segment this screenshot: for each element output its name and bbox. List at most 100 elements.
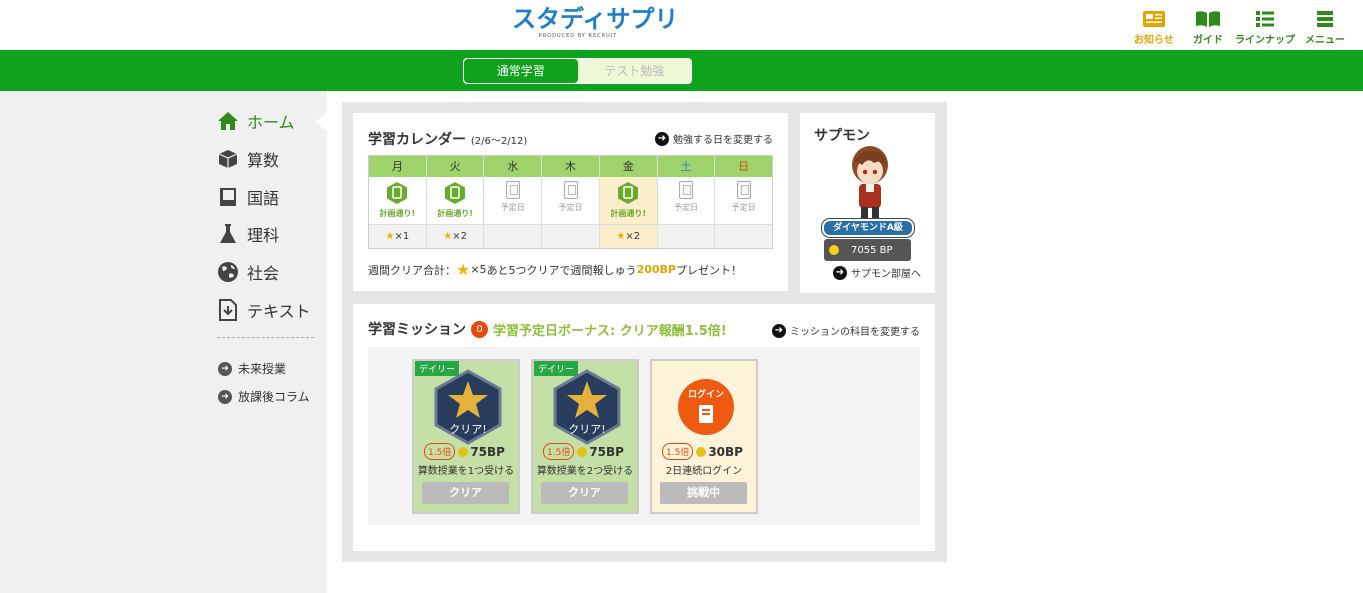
calendar-day: 水 予定日	[484, 156, 543, 248]
sidebar-item-math[interactable]: 算数	[217, 147, 279, 171]
news-icon	[1142, 11, 1165, 27]
calendar-day: 日 予定日	[715, 156, 773, 248]
missions-list: デイリー クリア! 1.5倍 75BP 算数授業を1つ受ける クリア デイリー	[368, 347, 920, 525]
mission-clear-button[interactable]: クリア	[422, 482, 509, 504]
change-mission-subject-link[interactable]: ➜ ミッションの科目を変更する	[772, 323, 920, 338]
nav-guide-label: ガイド	[1193, 35, 1223, 46]
calendar-day-body: 予定日	[484, 177, 541, 224]
calendar-day: 土 予定日	[657, 156, 716, 248]
arrow-right-icon: ➜	[218, 389, 232, 404]
app-root: スタディサプリ PRODUCED BY RECRUIT お知らせ ガイド ライン…	[0, 0, 1363, 593]
nav-news[interactable]: お知らせ	[1134, 10, 1174, 46]
sidebar-link-after-school-column[interactable]: ➜ 放課後コラム	[218, 388, 310, 405]
calendar-day-header: 木	[542, 156, 599, 177]
mission-challenge-button[interactable]: 挑戦中	[660, 482, 747, 504]
weekly-message: あと5つクリアで週間報しゅう	[486, 263, 637, 277]
sapmon-room-link[interactable]: ➜ サプモン部屋へ	[833, 265, 921, 280]
calendar-day-stars	[657, 224, 715, 248]
sapmon-room-label: サプモン部屋へ	[851, 269, 921, 280]
sapmon-card: サプモン ダイヤモンドA級 7055 BP ➜ サプモン部屋へ	[800, 113, 935, 293]
reward-multiplier: 1.5倍	[424, 443, 456, 460]
calendar-title: 学習カレンダー (2/6〜2/12)	[368, 129, 527, 149]
mission-card: デイリー クリア! 1.5倍 75BP 算数授業を2つ受ける クリア	[531, 359, 639, 514]
top-header: スタディサプリ PRODUCED BY RECRUIT お知らせ ガイド ライン…	[0, 0, 1363, 50]
sidebar-item-text[interactable]: テキスト	[217, 298, 311, 322]
checked-book-icon	[618, 182, 639, 204]
nav-menu[interactable]: メニュー	[1305, 10, 1345, 46]
reward-multiplier: 1.5倍	[543, 443, 575, 460]
calendar-day-stars	[484, 224, 542, 248]
mission-description: 算数授業を2つ受ける	[536, 466, 634, 477]
sidebar-link-future-lessons[interactable]: ➜ 未来授業	[218, 360, 286, 377]
avatar[interactable]	[840, 141, 900, 221]
mission-clear-button[interactable]: クリア	[541, 482, 628, 504]
calendar-day-stars	[715, 224, 773, 248]
tab-regular-study[interactable]: 通常学習	[464, 59, 578, 83]
calendar-day-header: 月	[369, 156, 426, 177]
coin-icon	[696, 446, 707, 457]
mode-tabs: 通常学習 テスト勉強	[463, 58, 692, 84]
active-indicator	[315, 113, 327, 131]
nav-guide[interactable]: ガイド	[1193, 10, 1223, 46]
calendar-day: 木 予定日	[542, 156, 600, 248]
download-doc-icon	[217, 299, 239, 321]
sidebar-link-label: 放課後コラム	[238, 390, 310, 404]
sidebar-item-label: 算数	[247, 151, 280, 170]
medal-label: ログイン	[688, 388, 724, 400]
arrow-right-icon: ➜	[833, 265, 847, 280]
calendar-day-status: 予定日	[731, 203, 756, 212]
planned-book-icon	[563, 181, 578, 199]
sidebar-item-label: 国語	[247, 189, 280, 208]
calendar-day-status: 予定日	[673, 203, 698, 212]
weekly-bp: 200BP	[636, 263, 676, 276]
flask-icon	[217, 223, 239, 245]
missions-header: 学習ミッション 0 学習予定日ボーナス: クリア報酬1.5倍!	[368, 319, 727, 339]
reward-bp: 75BP	[470, 444, 505, 459]
reward-bp: 30BP	[708, 444, 743, 459]
calendar-day-stars	[542, 224, 599, 248]
weekly-summary: 週間クリア合計： ★ ×5 あと5つクリアで週間報しゅう 200BP プレゼント…	[368, 260, 742, 279]
sidebar-item-label: 理科	[247, 226, 280, 245]
checked-book-icon	[387, 182, 408, 204]
planned-book-icon	[505, 181, 520, 199]
nav-lineup[interactable]: ラインナップ	[1235, 10, 1295, 46]
calendar-day-body: 計画通り!	[599, 177, 657, 224]
logo[interactable]: スタディサプリ PRODUCED BY RECRUIT	[512, 5, 679, 39]
mission-description: 2日連続ログイン	[665, 466, 743, 477]
cube-icon	[217, 148, 239, 170]
tab-test-study[interactable]: テスト勉強	[577, 59, 691, 83]
star-count: ×2	[452, 231, 467, 242]
sidebar-item-home[interactable]: ホーム	[217, 109, 295, 133]
notebook-icon	[217, 186, 239, 208]
logo-subtext: PRODUCED BY RECRUIT	[538, 33, 618, 39]
calendar-day-header: 金	[599, 156, 657, 177]
change-study-days-label: 勉強する日を変更する	[673, 135, 773, 146]
book-icon	[1196, 11, 1220, 27]
coin-icon	[577, 446, 588, 457]
login-book-icon: ログイン	[678, 379, 734, 435]
logo-text: スタディサプリ	[512, 5, 679, 33]
sidebar-item-science[interactable]: 理科	[217, 222, 279, 246]
globe-icon	[217, 261, 239, 283]
calendar-day-status: 計画通り!	[610, 209, 647, 218]
weekly-prefix: 週間クリア合計：	[368, 263, 456, 277]
sidebar-item-social[interactable]: 社会	[217, 260, 279, 284]
calendar-day-status: 予定日	[558, 203, 583, 212]
calendar-day-body: 計画通り!	[369, 177, 426, 224]
calendar-day-header: 水	[484, 156, 542, 177]
missions-title: 学習ミッション	[368, 322, 466, 338]
calendar-day-body: 予定日	[658, 177, 715, 224]
bp-value: 7055 BP	[851, 244, 893, 256]
sidebar-item-japanese[interactable]: 国語	[217, 185, 279, 209]
mission-card: ログイン 1.5倍 30BP 2日連続ログイン 挑戦中	[650, 359, 758, 514]
missions-count-badge: 0	[471, 320, 488, 338]
sidebar-item-label: テキスト	[247, 302, 311, 321]
clear-medal-icon: クリア!	[434, 369, 502, 445]
change-study-days-link[interactable]: ➜ 勉強する日を変更する	[655, 131, 773, 146]
reward-multiplier: 1.5倍	[662, 443, 694, 460]
study-calendar-card: 学習カレンダー (2/6〜2/12) ➜ 勉強する日を変更する 月 計画通り! …	[353, 113, 788, 291]
reward-bp: 75BP	[589, 444, 624, 459]
nav-news-label: お知らせ	[1134, 35, 1174, 46]
calendar-day-stars: ★ ×2	[426, 224, 484, 248]
calendar-day-body: 予定日	[715, 177, 772, 224]
